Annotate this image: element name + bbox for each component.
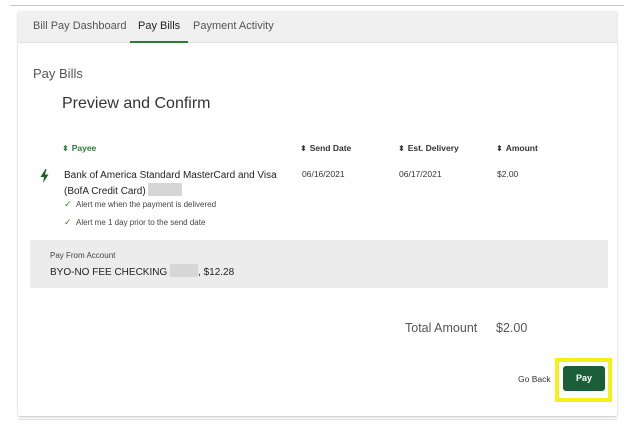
go-back-link[interactable]: Go Back <box>518 374 551 384</box>
alert-delivered: ✓ Alert me when the payment is delivered <box>64 199 217 209</box>
checkmark-icon: ✓ <box>64 217 72 227</box>
lightning-bolt-icon <box>40 169 49 183</box>
total-amount-value: $2.00 <box>496 321 528 335</box>
pay-from-account: BYO-NO FEE CHECKING , $12.28 <box>50 264 234 278</box>
amount-column-header[interactable]: ⬍ Amount <box>496 143 538 153</box>
sort-icon: ⬍ <box>398 144 405 153</box>
masked-account-number <box>170 264 199 277</box>
bill-pay-card: Bill Pay Dashboard Pay Bills Payment Act… <box>18 11 617 416</box>
tab-pay-bills[interactable]: Pay Bills <box>130 11 189 43</box>
page-heading: Preview and Confirm <box>62 95 211 112</box>
pay-from-label: Pay From Account <box>50 251 116 260</box>
top-divider <box>10 5 624 6</box>
masked-account-number <box>148 183 183 196</box>
sort-icon: ⬍ <box>300 144 307 153</box>
est-delivery-value: 06/17/2021 <box>399 169 442 179</box>
tab-bill-pay-dashboard[interactable]: Bill Pay Dashboard <box>33 11 127 43</box>
tab-payment-activity[interactable]: Payment Activity <box>193 11 274 43</box>
pay-button[interactable]: Pay <box>563 366 605 391</box>
payee-column-header[interactable]: ⬍ Payee <box>62 143 96 153</box>
payee-name: Bank of America Standard MasterCard and … <box>64 170 277 197</box>
send-date-column-header[interactable]: ⬍ Send Date <box>300 143 351 153</box>
send-date-value: 06/16/2021 <box>302 169 345 179</box>
total-amount-label: Total Amount <box>405 321 478 335</box>
checkmark-icon: ✓ <box>64 199 72 209</box>
alert-prior-day: ✓ Alert me 1 day prior to the send date <box>64 217 206 227</box>
section-title: Pay Bills <box>33 66 83 81</box>
amount-value: $2.00 <box>497 169 519 179</box>
est-delivery-column-header[interactable]: ⬍ Est. Delivery <box>398 143 459 153</box>
sort-icon: ⬍ <box>62 144 69 153</box>
sort-icon: ⬍ <box>496 144 503 153</box>
bottom-divider <box>18 419 617 420</box>
tab-bar: Bill Pay Dashboard Pay Bills Payment Act… <box>18 11 617 43</box>
